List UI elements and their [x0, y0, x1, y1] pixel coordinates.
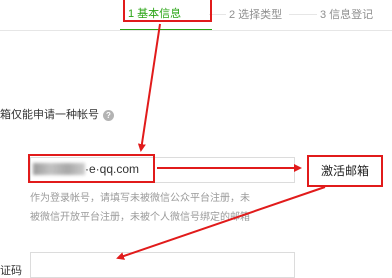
email-hint-line1: 作为登录帐号，请填写未被微信公众平台注册，未	[30, 193, 250, 204]
email-hint-line2: 被微信开放平台注册，未被个人微信号绑定的邮箱	[30, 212, 250, 223]
question-circle-icon[interactable]: ?	[103, 109, 114, 121]
divider	[0, 30, 392, 31]
annotation-arrows	[116, 23, 326, 260]
account-notice-text: 箱仅能申请一种帐号	[0, 109, 99, 121]
annotation-highlight-step	[123, 0, 212, 22]
account-notice: 箱仅能申请一种帐号?	[0, 106, 114, 122]
arrow-step-to-email	[137, 23, 161, 152]
activate-email-button[interactable]: 激活邮箱	[307, 155, 383, 187]
step-select-type[interactable]: 2 选择类型	[229, 6, 282, 22]
step-info-register[interactable]: 3 信息登记	[320, 6, 373, 22]
annotation-highlight-email	[28, 154, 155, 183]
verification-code-label: 证码	[0, 265, 22, 277]
step-divider	[289, 14, 317, 15]
verification-code-input[interactable]	[30, 252, 295, 278]
step-bar: 1 基本信息 2 选择类型 3 信息登记	[0, 0, 392, 31]
